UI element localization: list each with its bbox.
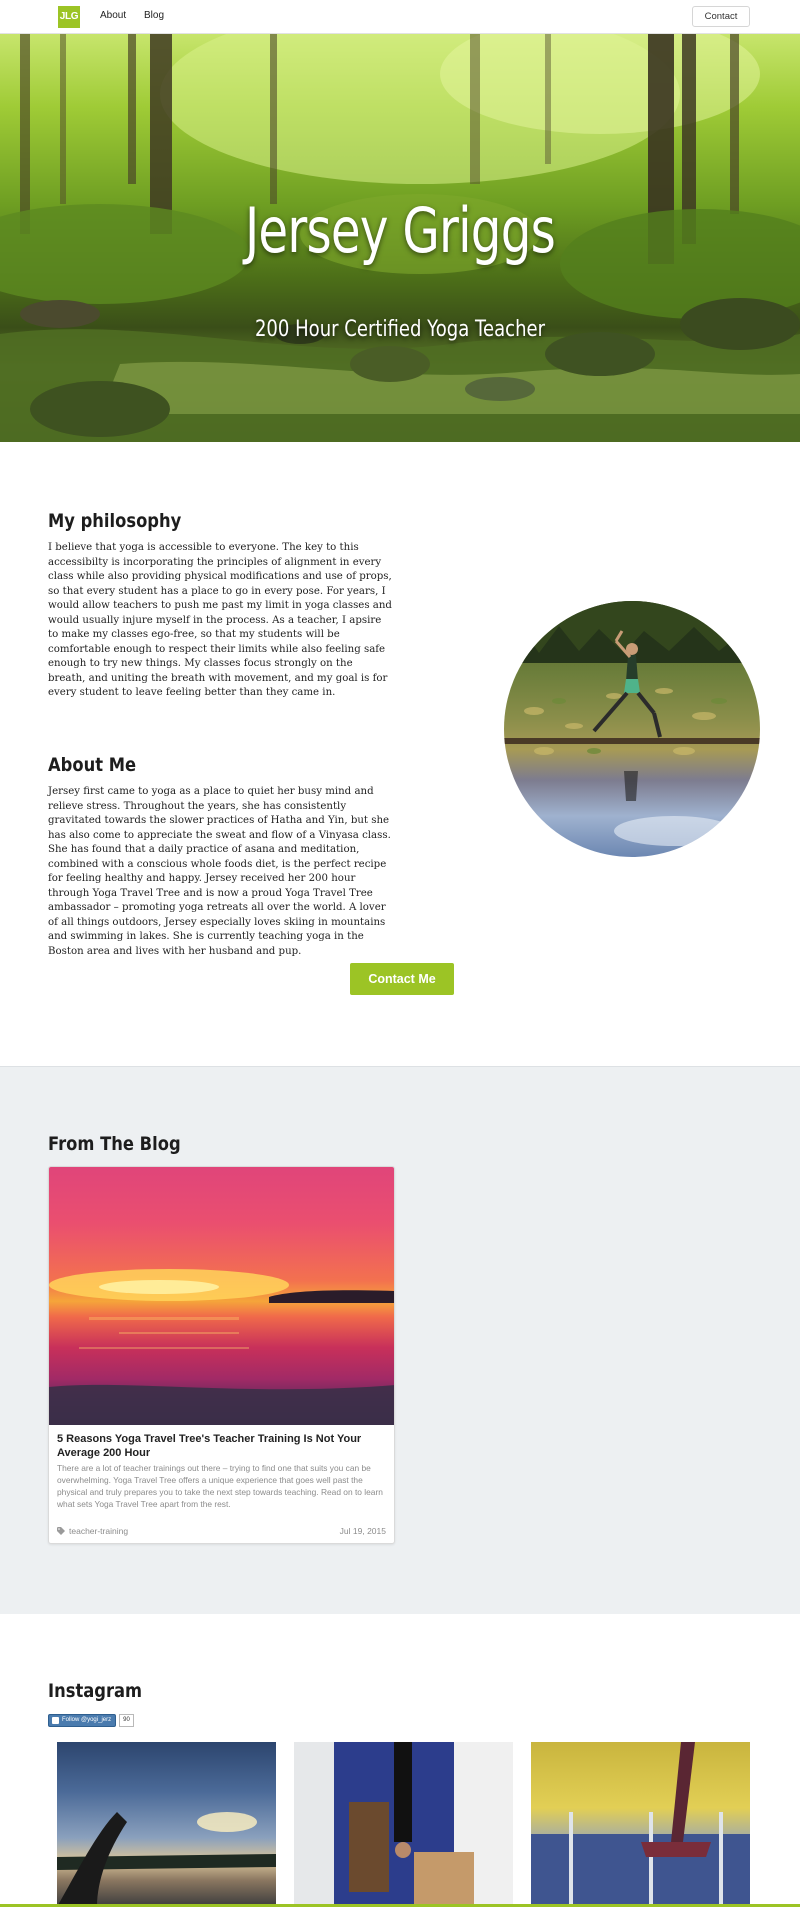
about-heading: About Me [48, 754, 137, 776]
philosophy-text: I believe that yoga is accessible to eve… [48, 542, 392, 698]
blog-post-date: Jul 19, 2015 [339, 1526, 386, 1536]
blog-post-sunset-image[interactable] [49, 1167, 394, 1425]
hero-title: Jersey Griggs [244, 194, 556, 267]
top-nav: JLG About Blog Contact [0, 0, 800, 34]
philosophy-heading: My philosophy [48, 510, 182, 532]
instagram-follow-label: Follow @yogi_jerz [62, 1717, 112, 1723]
hero-banner: Jersey Griggs 200 Hour Certified Yoga Te… [0, 34, 800, 442]
instagram-follow-button[interactable]: Follow @yogi_jerz [48, 1714, 117, 1727]
blog-post-title[interactable]: 5 Reasons Yoga Travel Tree's Teacher Tra… [57, 1432, 387, 1460]
blog-heading: From The Blog [48, 1133, 181, 1155]
tag-icon [57, 1527, 65, 1535]
blog-post-tag[interactable]: teacher-training [57, 1526, 128, 1536]
instagram-photo-gym-pose[interactable] [531, 1742, 750, 1907]
contact-me-button[interactable]: Contact Me [350, 963, 454, 995]
site-logo[interactable]: JLG [58, 6, 80, 28]
instagram-heading: Instagram [48, 1680, 143, 1702]
nav-contact-button[interactable]: Contact [692, 6, 750, 27]
instagram-icon [52, 1717, 59, 1724]
about-text: Jersey first came to yoga as a place to … [48, 786, 391, 957]
instagram-photo-handstand-room[interactable] [294, 1742, 513, 1907]
blog-post-excerpt: There are a lot of teacher trainings out… [57, 1463, 383, 1509]
yoga-pose-photo [504, 601, 760, 857]
instagram-follower-count: 90 [119, 1714, 134, 1727]
instagram-photo-sunset-lake[interactable] [57, 1742, 276, 1907]
nav-link-blog[interactable]: Blog [144, 10, 164, 21]
blog-post-card[interactable]: 5 Reasons Yoga Travel Tree's Teacher Tra… [48, 1166, 395, 1544]
hero-subtitle: 200 Hour Certified Yoga Teacher [254, 317, 546, 342]
blog-post-tag-label[interactable]: teacher-training [69, 1526, 128, 1536]
nav-link-about[interactable]: About [100, 10, 126, 21]
instagram-follow-widget[interactable]: Follow @yogi_jerz 90 [48, 1714, 134, 1727]
